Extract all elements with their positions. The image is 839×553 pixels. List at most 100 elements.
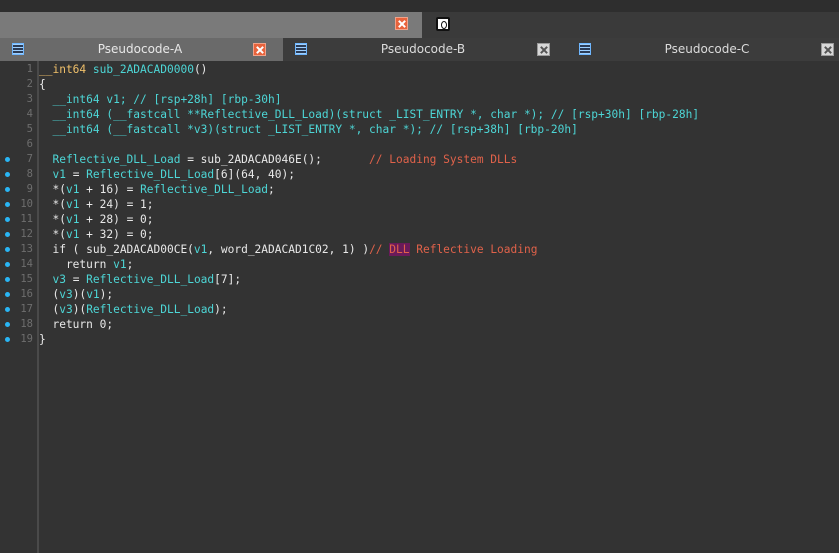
tab-pseudocode-c[interactable]: Pseudocode-C — [567, 38, 839, 61]
clock-icon[interactable] — [436, 17, 450, 31]
code-line[interactable]: __int64 v1; // [rsp+28h] [rbp-30h] — [39, 92, 839, 107]
code-token: *( — [39, 228, 66, 241]
code-token: v3 — [59, 288, 73, 301]
code-token: *( — [39, 183, 66, 196]
code-area[interactable]: __int64 sub_2ADACAD0000(){ __int64 v1; /… — [39, 62, 839, 347]
code-line[interactable]: __int64 (__fastcall *v3)(struct _LIST_EN… — [39, 122, 839, 137]
code-token: v3 — [39, 273, 66, 286]
tab-pseudocode-a[interactable]: Pseudocode-A — [0, 38, 283, 61]
code-token: )( — [72, 303, 87, 316]
code-token: Reflective_DLL_Load — [140, 183, 269, 196]
code-token: __int64 — [39, 63, 87, 76]
code-token: v1 — [39, 168, 66, 181]
breakpoint-dot-icon[interactable] — [5, 232, 10, 237]
code-token: if ( sub_2ADACAD00CE( — [39, 243, 194, 256]
code-token: ( — [39, 303, 60, 316]
pseudocode-editor[interactable]: 1 2 3 4 5 6 7 8 9 10 11 12 13 14 15 16 17 18 19 __int64 su… — [0, 61, 839, 553]
code-line[interactable]: if ( sub_2ADACAD00CE(v1, word_2ADACAD1C0… — [39, 242, 839, 257]
line-number-gutter[interactable]: 1 2 3 4 5 6 7 8 9 10 11 12 13 14 15 16 17 18 19 — [0, 61, 39, 553]
code-token: __int64 (__fastcall *v3)(struct _LIST_EN… — [39, 123, 578, 136]
code-token: v1 — [65, 213, 80, 226]
code-line[interactable]: return 0; — [39, 317, 839, 332]
code-token: Reflective_DLL_Load — [39, 153, 181, 166]
code-token: v1 — [65, 228, 80, 241]
line-number: 3 — [26, 93, 33, 105]
code-token: + 16) = — [79, 183, 141, 196]
close-icon[interactable] — [821, 43, 834, 56]
tab-label: Pseudocode-C — [664, 42, 750, 56]
code-token: // Loading System DLLs — [321, 153, 518, 166]
code-token: = — [65, 273, 87, 286]
code-token: return 0; — [39, 318, 114, 331]
close-icon[interactable] — [253, 43, 266, 56]
pseudocode-icon — [295, 43, 307, 55]
code-line[interactable]: *(v1 + 32) = 0; — [39, 227, 839, 242]
breakpoint-dot-icon[interactable] — [5, 292, 10, 297]
code-line[interactable]: (v3)(v1); — [39, 287, 839, 302]
close-icon[interactable] — [537, 43, 550, 56]
code-line[interactable]: Reflective_DLL_Load = sub_2ADACAD046E();… — [39, 152, 839, 167]
breakpoint-dot-icon[interactable] — [5, 217, 10, 222]
code-token: *( — [39, 198, 66, 211]
code-token: } — [39, 333, 46, 346]
top-tab-bar — [0, 12, 839, 38]
code-token: ); — [214, 303, 228, 316]
tab-pseudocode-b[interactable]: Pseudocode-B — [283, 38, 567, 61]
breakpoint-dot-icon[interactable] — [5, 337, 10, 342]
code-token: Reflective_DLL_Load — [86, 168, 215, 181]
pseudocode-tabs: Pseudocode-A Pseudocode-B Pseudocode-C — [0, 38, 839, 61]
code-token: ; — [126, 258, 134, 271]
breakpoint-dot-icon[interactable] — [5, 247, 10, 252]
pseudocode-icon — [12, 43, 24, 55]
code-line[interactable] — [39, 137, 839, 152]
line-number: 6 — [26, 138, 33, 150]
breakpoint-dot-icon[interactable] — [5, 277, 10, 282]
code-token: Reflective_DLL_Load — [86, 273, 215, 286]
code-token: v3 — [59, 303, 73, 316]
code-token: , word_2ADACAD1C02, 1) ) — [207, 243, 370, 256]
close-icon[interactable] — [395, 17, 408, 30]
code-token: __int64 (__fastcall **Reflective_DLL_Loa… — [39, 108, 700, 121]
code-token: { — [39, 78, 46, 91]
breakpoint-dot-icon[interactable] — [5, 307, 10, 312]
breakpoint-dot-icon[interactable] — [5, 202, 10, 207]
code-token: [6](64, 40); — [214, 168, 295, 181]
code-token: + 24) = 1; — [79, 198, 154, 211]
tab-label: Pseudocode-B — [380, 42, 466, 56]
code-line[interactable]: *(v1 + 16) = Reflective_DLL_Load; — [39, 182, 839, 197]
code-token: v1 — [65, 183, 80, 196]
code-line[interactable]: __int64 (__fastcall **Reflective_DLL_Loa… — [39, 107, 839, 122]
code-token: v1 — [113, 258, 127, 271]
code-line[interactable]: return v1; — [39, 257, 839, 272]
tab-label: Pseudocode-A — [97, 42, 183, 56]
breakpoint-dot-icon[interactable] — [5, 262, 10, 267]
code-token: ; — [268, 183, 275, 196]
line-number: 5 — [26, 123, 33, 135]
breakpoint-dot-icon[interactable] — [5, 322, 10, 327]
code-line[interactable]: __int64 sub_2ADACAD0000() — [39, 62, 839, 77]
code-token: = sub_2ADACAD046E(); — [180, 153, 322, 166]
pseudocode-icon — [579, 43, 591, 55]
line-number: 1 — [26, 63, 33, 75]
breakpoint-dot-icon[interactable] — [5, 187, 10, 192]
title-strip — [0, 0, 839, 12]
code-line[interactable]: (v3)(Reflective_DLL_Load); — [39, 302, 839, 317]
code-line[interactable]: v1 = Reflective_DLL_Load[6](64, 40); — [39, 167, 839, 182]
top-tab-area — [0, 12, 422, 38]
code-line[interactable]: v3 = Reflective_DLL_Load[7]; — [39, 272, 839, 287]
code-token: [7]; — [214, 273, 242, 286]
code-token: ( — [39, 288, 60, 301]
code-token: = — [65, 168, 87, 181]
code-token: Reflective Loading — [409, 243, 538, 256]
code-token: __int64 v1; // [rsp+28h] [rbp-30h] — [39, 93, 282, 106]
code-token: () — [193, 63, 208, 76]
code-line[interactable]: *(v1 + 24) = 1; — [39, 197, 839, 212]
code-line[interactable]: } — [39, 332, 839, 347]
line-number: 4 — [26, 108, 33, 120]
code-token: v1 — [65, 198, 80, 211]
breakpoint-dot-icon[interactable] — [5, 172, 10, 177]
code-line[interactable]: { — [39, 77, 839, 92]
code-token: Reflective_DLL_Load — [86, 303, 215, 316]
code-line[interactable]: *(v1 + 28) = 0; — [39, 212, 839, 227]
breakpoint-dot-icon[interactable] — [5, 157, 10, 162]
